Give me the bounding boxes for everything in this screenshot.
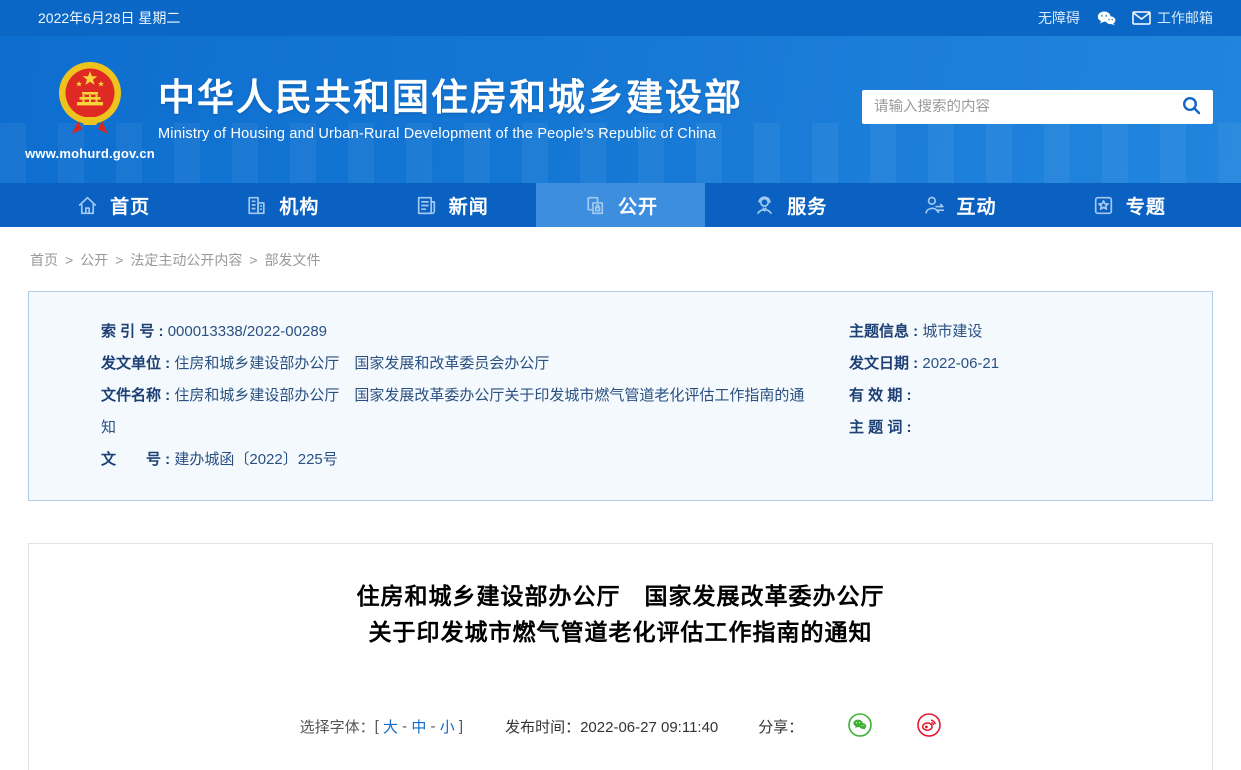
meta-label: 主题信息 (849, 323, 909, 340)
publish-time: 发布时间：2022-06-27 09:11:40 (505, 716, 718, 737)
breadcrumb-disclosure[interactable]: 公开 (80, 252, 108, 268)
meta-row-validity: 有 效 期 : (849, 380, 1212, 412)
disclosure-icon (583, 193, 608, 218)
nav-item-services[interactable]: 服务 (705, 183, 874, 227)
current-date: 2022年6月28日 星期二 (28, 8, 180, 28)
breadcrumb-ministry-docs[interactable]: 部发文件 (265, 252, 321, 268)
font-size-selector: 选择字体：[ 大 - 中 - 小 ] (300, 716, 463, 737)
meta-label: 文 号 (101, 451, 161, 468)
meta-value: 000013338/2022-00289 (168, 323, 327, 340)
meta-value: 城市建设 (922, 323, 982, 340)
work-mailbox-link[interactable]: 工作邮箱 (1132, 8, 1213, 28)
meta-label: 索 引 号 (101, 323, 154, 340)
article-title: 住房和城乡建设部办公厅 国家发展改革委办公厅 关于印发城市燃气管道老化评估工作指… (59, 578, 1182, 650)
share-bar: 分享： (758, 698, 941, 755)
wechat-share-icon (811, 698, 872, 755)
meta-value: 建办城函〔2022〕225号 (174, 451, 337, 468)
font-size-large[interactable]: 大 (383, 716, 398, 737)
meta-row-subject-info: 主题信息 : 城市建设 (849, 316, 1212, 348)
meta-label: 发文日期 (849, 355, 909, 372)
mail-icon (1132, 11, 1151, 25)
search-icon (1182, 96, 1201, 118)
nav-item-orgs[interactable]: 机构 (197, 183, 366, 227)
meta-column-left: 索 引 号 : 000013338/2022-00289 发文单位 : 住房和城… (29, 316, 819, 476)
meta-row-keywords: 主 题 词 : (849, 412, 1212, 444)
nav-item-disclosure[interactable]: 公开 (536, 183, 705, 227)
topics-icon (1091, 193, 1116, 218)
site-title-english: Ministry of Housing and Urban-Rural Deve… (158, 126, 743, 142)
service-icon (752, 193, 777, 218)
topbar-links: 无障碍 工作邮箱 (1038, 8, 1213, 28)
nav-item-topics[interactable]: 专题 (1044, 183, 1213, 227)
meta-label: 文件名称 (101, 387, 161, 404)
news-icon (414, 193, 439, 218)
wechat-icon (1096, 9, 1116, 27)
main-nav: 首页 机构 新闻 公开 服务 (0, 183, 1241, 227)
meta-column-right: 主题信息 : 城市建设 发文日期 : 2022-06-21 有 效 期 : 主 … (819, 316, 1212, 476)
wechat-link[interactable] (1096, 9, 1116, 27)
site-header: www.mohurd.gov.cn 中华人民共和国住房和城乡建设部 Minist… (0, 36, 1241, 183)
national-emblem-icon (56, 59, 124, 142)
weibo-share-icon (880, 698, 941, 755)
meta-label: 有 效 期 (849, 387, 902, 404)
site-url: www.mohurd.gov.cn (25, 146, 155, 161)
search-button[interactable] (1182, 96, 1201, 118)
breadcrumb-statutory[interactable]: 法定主动公开内容 (130, 252, 242, 268)
title-block: 中华人民共和国住房和城乡建设部 Ministry of Housing and … (158, 77, 743, 142)
meta-row-document-number: 文 号 : 建办城函〔2022〕225号 (101, 444, 819, 476)
article-meta-bar: 选择字体：[ 大 - 中 - 小 ] 发布时间：2022-06-27 09:11… (59, 698, 1182, 755)
meta-value: 住房和城乡建设部办公厅 国家发展和改革委员会办公厅 (174, 355, 549, 372)
font-size-medium[interactable]: 中 (411, 716, 426, 737)
search-input[interactable] (874, 99, 1182, 115)
nav-item-home[interactable]: 首页 (28, 183, 197, 227)
accessibility-link[interactable]: 无障碍 (1038, 8, 1080, 28)
home-icon (75, 193, 100, 218)
emblem-block: www.mohurd.gov.cn (38, 59, 142, 161)
meta-value: 2022-06-21 (922, 355, 999, 372)
nav-item-interaction[interactable]: 互动 (874, 183, 1043, 227)
breadcrumb: 首页>公开>法定主动公开内容>部发文件 (0, 227, 1241, 291)
breadcrumb-home[interactable]: 首页 (30, 252, 58, 268)
meta-row-index-number: 索 引 号 : 000013338/2022-00289 (101, 316, 819, 348)
meta-label: 主 题 词 (849, 419, 902, 436)
font-size-small[interactable]: 小 (440, 716, 455, 737)
meta-row-issue-date: 发文日期 : 2022-06-21 (849, 348, 1212, 380)
search-box (862, 90, 1213, 124)
meta-label: 发文单位 (101, 355, 161, 372)
document-meta-box: 索 引 号 : 000013338/2022-00289 发文单位 : 住房和城… (28, 291, 1213, 501)
org-icon (244, 193, 269, 218)
article-title-line2: 关于印发城市燃气管道老化评估工作指南的通知 (59, 614, 1182, 650)
meta-row-issuing-unit: 发文单位 : 住房和城乡建设部办公厅 国家发展和改革委员会办公厅 (101, 348, 819, 380)
interaction-icon (922, 193, 947, 218)
site-title: 中华人民共和国住房和城乡建设部 (158, 77, 743, 119)
share-weibo-button[interactable] (880, 698, 941, 755)
article-title-line1: 住房和城乡建设部办公厅 国家发展改革委办公厅 (59, 578, 1182, 614)
top-bar: 2022年6月28日 星期二 无障碍 工作邮箱 (0, 0, 1241, 36)
share-wechat-button[interactable] (811, 698, 872, 755)
nav-item-news[interactable]: 新闻 (367, 183, 536, 227)
meta-value: 住房和城乡建设部办公厅 国家发展改革委办公厅关于印发城市燃气管道老化评估工作指南… (101, 387, 804, 436)
meta-row-document-name: 文件名称 : 住房和城乡建设部办公厅 国家发展改革委办公厅关于印发城市燃气管道老… (101, 380, 819, 444)
article-panel: 住房和城乡建设部办公厅 国家发展改革委办公厅 关于印发城市燃气管道老化评估工作指… (28, 543, 1213, 770)
